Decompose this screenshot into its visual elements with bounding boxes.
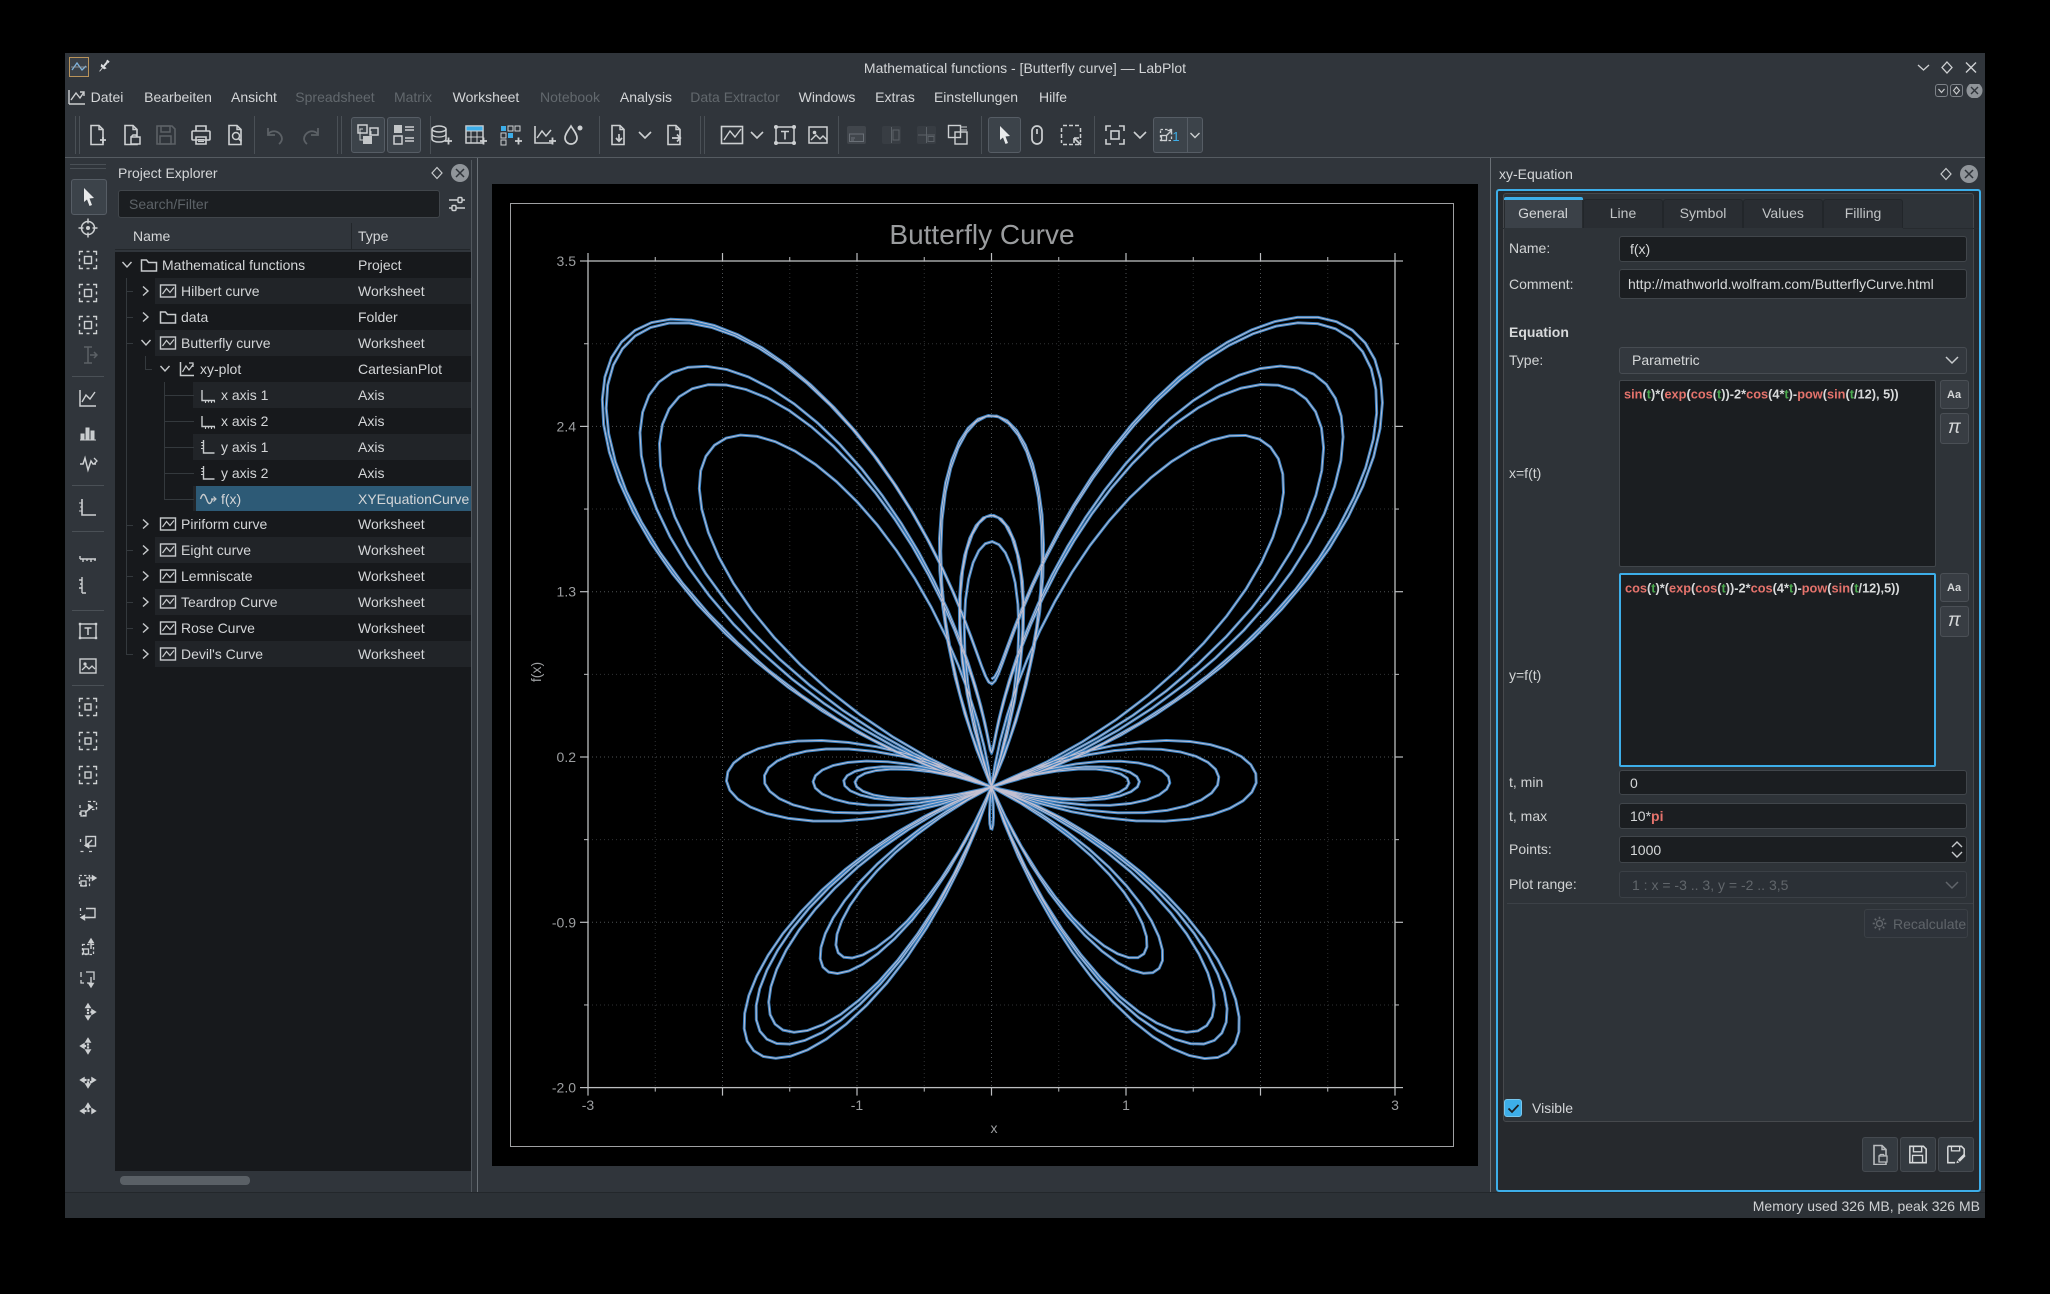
svg-text:-1: -1 xyxy=(851,1097,864,1113)
svg-text:Butterfly Curve: Butterfly Curve xyxy=(889,219,1074,250)
svg-text:1.3: 1.3 xyxy=(557,584,577,600)
svg-text:3: 3 xyxy=(1391,1097,1399,1113)
svg-text:f(x): f(x) xyxy=(528,662,544,682)
svg-text:3.5: 3.5 xyxy=(557,253,577,269)
svg-text:0.2: 0.2 xyxy=(557,749,577,765)
svg-text:1: 1 xyxy=(1172,129,1179,144)
svg-text:-2.0: -2.0 xyxy=(552,1080,576,1096)
svg-text:1: 1 xyxy=(1122,1097,1130,1113)
svg-text:x: x xyxy=(991,1120,998,1136)
svg-text:-0.9: -0.9 xyxy=(552,914,576,930)
svg-text:2.4: 2.4 xyxy=(557,418,577,434)
svg-text:-3: -3 xyxy=(582,1097,595,1113)
